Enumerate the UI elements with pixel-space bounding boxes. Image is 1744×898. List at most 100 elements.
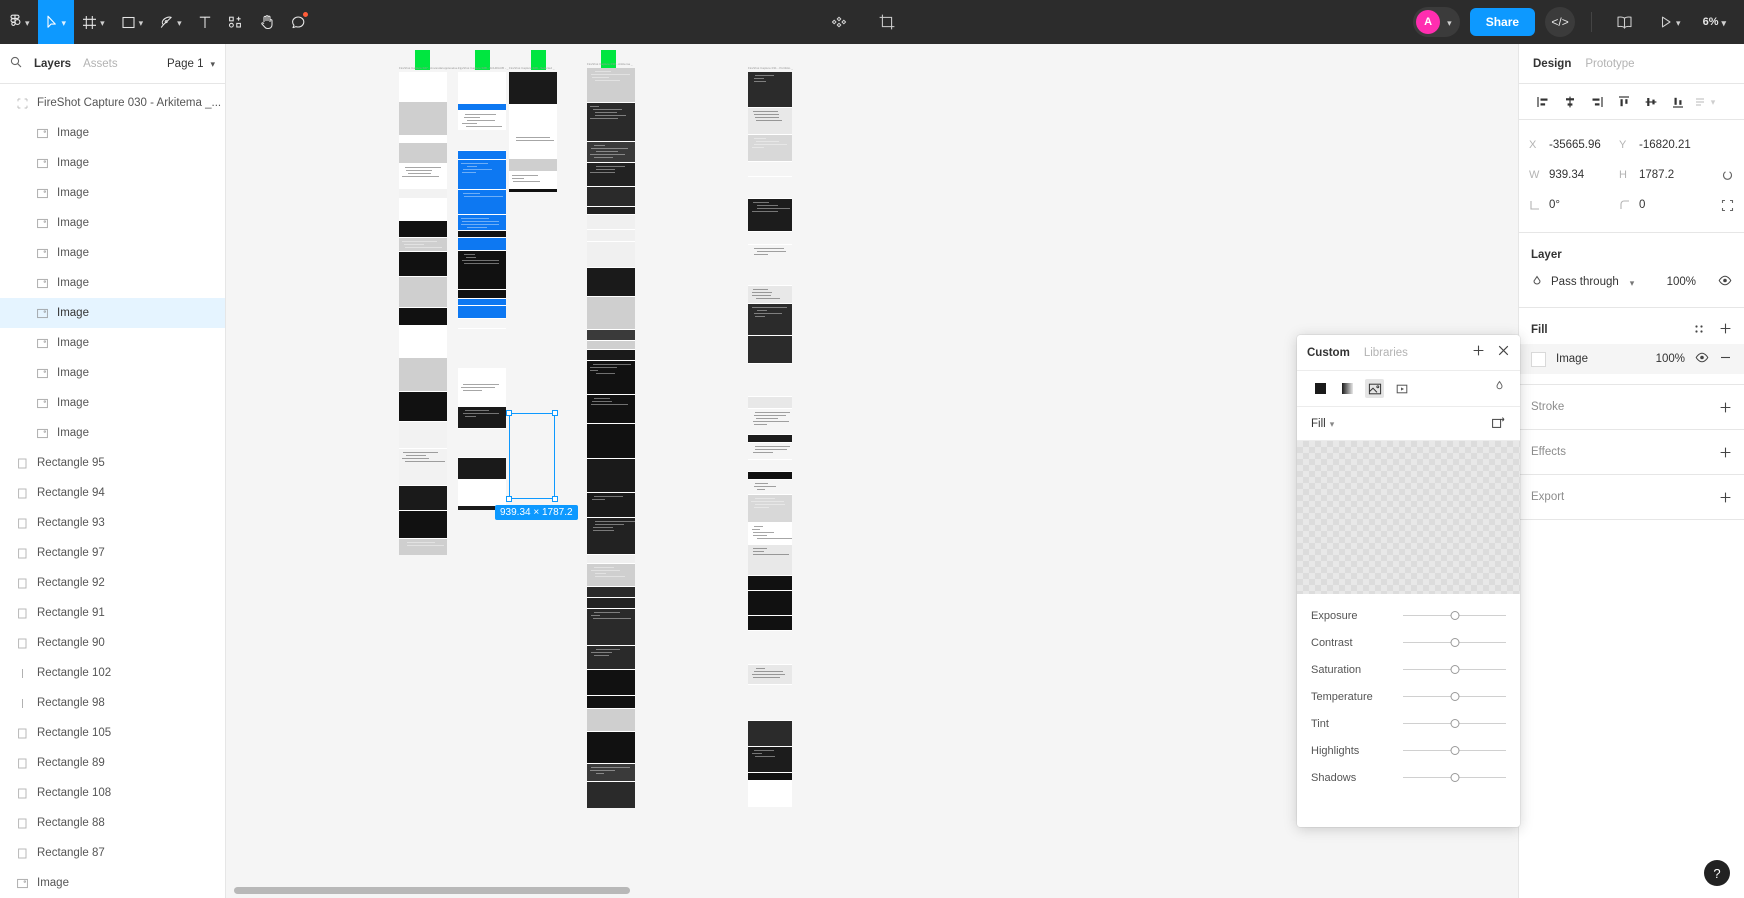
resize-handle-ne[interactable] bbox=[552, 410, 558, 416]
tab-design[interactable]: Design bbox=[1533, 58, 1571, 70]
actions-tool-button[interactable] bbox=[220, 0, 252, 44]
crop-tool-button[interactable] bbox=[870, 0, 904, 44]
layer-row[interactable]: Image bbox=[0, 178, 225, 208]
rotate-image-icon[interactable] bbox=[1491, 415, 1506, 432]
layer-row[interactable]: Image bbox=[0, 388, 225, 418]
slider-knob[interactable] bbox=[1450, 746, 1459, 755]
layer-row[interactable]: Rectangle 97 bbox=[0, 538, 225, 568]
adjustment-slider[interactable] bbox=[1403, 718, 1506, 730]
layers-list[interactable]: FireShot Capture 030 - Arkitema _... Imag… bbox=[0, 84, 225, 898]
popup-tab-libraries[interactable]: Libraries bbox=[1364, 347, 1408, 359]
canvas-horizontal-scrollbar[interactable] bbox=[234, 887, 630, 894]
layer-row[interactable]: Rectangle 98 bbox=[0, 688, 225, 718]
layer-row[interactable]: Rectangle 92 bbox=[0, 568, 225, 598]
canvas-board[interactable] bbox=[399, 72, 447, 555]
slider-knob[interactable] bbox=[1450, 719, 1459, 728]
align-right-icon[interactable] bbox=[1583, 88, 1610, 115]
align-left-icon[interactable] bbox=[1529, 88, 1556, 115]
selection-bounding-box[interactable] bbox=[506, 410, 558, 502]
layer-opacity-value[interactable]: 100% bbox=[1667, 276, 1696, 288]
tab-assets[interactable]: Assets bbox=[83, 58, 118, 70]
align-horizontal-center-icon[interactable] bbox=[1556, 88, 1583, 115]
page-selector[interactable]: Page 1 ▾ bbox=[167, 58, 215, 70]
layer-row[interactable]: Image bbox=[0, 208, 225, 238]
slider-knob[interactable] bbox=[1450, 611, 1459, 620]
canvas-board[interactable] bbox=[458, 72, 506, 510]
independent-corners-icon[interactable] bbox=[1721, 199, 1734, 212]
help-button[interactable]: ? bbox=[1704, 860, 1730, 886]
adjustment-slider[interactable] bbox=[1403, 610, 1506, 622]
comment-tool-button[interactable] bbox=[283, 0, 314, 44]
width-field[interactable]: W 939.34 bbox=[1529, 169, 1619, 181]
tab-layers[interactable]: Layers bbox=[34, 58, 71, 70]
image-fill-preview[interactable] bbox=[1297, 441, 1520, 594]
blend-mode-row[interactable]: Pass through ▾ 100% bbox=[1531, 267, 1732, 297]
dev-mode-toggle[interactable]: </> bbox=[1545, 7, 1576, 37]
popup-tab-custom[interactable]: Custom bbox=[1307, 347, 1350, 359]
shape-tool-button[interactable]: ▾ bbox=[113, 0, 152, 44]
resize-handle-sw[interactable] bbox=[506, 496, 512, 502]
move-tool-button[interactable]: ▾ bbox=[37, 0, 75, 44]
proportion-lock-icon[interactable] bbox=[1721, 169, 1734, 182]
scale-mode-label[interactable]: Fill bbox=[1311, 418, 1326, 430]
align-more-icon[interactable]: ▾ bbox=[1691, 88, 1718, 115]
add-fill-icon[interactable] bbox=[1719, 322, 1732, 338]
slider-knob[interactable] bbox=[1450, 692, 1459, 701]
image-paint-icon[interactable] bbox=[1365, 379, 1384, 398]
layer-row[interactable]: Image bbox=[0, 868, 225, 898]
components-center-button[interactable] bbox=[822, 0, 856, 44]
resize-handle-nw[interactable] bbox=[506, 410, 512, 416]
adjustment-slider[interactable] bbox=[1403, 637, 1506, 649]
layer-row[interactable]: Rectangle 91 bbox=[0, 598, 225, 628]
hand-tool-button[interactable] bbox=[252, 0, 283, 44]
layer-visibility-icon[interactable] bbox=[1718, 275, 1732, 289]
canvas-board[interactable] bbox=[509, 72, 557, 192]
adjustment-slider[interactable] bbox=[1403, 772, 1506, 784]
fill-swatch[interactable] bbox=[1531, 351, 1546, 367]
rotation-field[interactable]: 0° bbox=[1529, 199, 1619, 211]
adjustment-slider[interactable] bbox=[1403, 745, 1506, 757]
align-vertical-center-icon[interactable] bbox=[1637, 88, 1664, 115]
present-button[interactable]: ▾ bbox=[1651, 0, 1689, 44]
layer-row[interactable]: FireShot Capture 030 - Arkitema _... bbox=[0, 88, 225, 118]
layer-row[interactable]: Image bbox=[0, 238, 225, 268]
layer-row[interactable]: Rectangle 95 bbox=[0, 448, 225, 478]
fill-visibility-icon[interactable] bbox=[1695, 352, 1709, 366]
search-icon[interactable] bbox=[10, 55, 22, 73]
layer-row[interactable]: Image bbox=[0, 328, 225, 358]
y-field[interactable]: Y -16820.21 bbox=[1619, 139, 1709, 151]
tab-prototype[interactable]: Prototype bbox=[1585, 58, 1634, 70]
layer-row[interactable]: Rectangle 90 bbox=[0, 628, 225, 658]
close-icon[interactable] bbox=[1497, 344, 1510, 362]
zoom-control[interactable]: 6% ▾ bbox=[1699, 16, 1730, 28]
slider-knob[interactable] bbox=[1450, 773, 1459, 782]
canvas-board[interactable] bbox=[748, 72, 792, 807]
corner-radius-field[interactable]: 0 bbox=[1619, 199, 1709, 211]
height-field[interactable]: H 1787.2 bbox=[1619, 169, 1709, 181]
fill-styles-icon[interactable] bbox=[1693, 323, 1705, 338]
add-stroke-icon[interactable] bbox=[1719, 401, 1732, 414]
add-export-icon[interactable] bbox=[1719, 491, 1732, 504]
text-tool-button[interactable] bbox=[190, 0, 220, 44]
layer-row[interactable]: Rectangle 87 bbox=[0, 838, 225, 868]
x-field[interactable]: X -35665.96 bbox=[1529, 139, 1619, 151]
layer-row[interactable]: Rectangle 88 bbox=[0, 808, 225, 838]
layer-row[interactable]: Image bbox=[0, 418, 225, 448]
layer-row[interactable]: Rectangle 108 bbox=[0, 778, 225, 808]
video-paint-icon[interactable] bbox=[1392, 379, 1411, 398]
pen-tool-button[interactable]: ▾ bbox=[151, 0, 190, 44]
slider-knob[interactable] bbox=[1450, 638, 1459, 647]
layer-row[interactable]: Image bbox=[0, 118, 225, 148]
layer-row[interactable]: Rectangle 105 bbox=[0, 718, 225, 748]
frame-tool-button[interactable]: ▾ bbox=[74, 0, 113, 44]
fill-opacity-value[interactable]: 100% bbox=[1656, 353, 1685, 365]
add-effect-icon[interactable] bbox=[1719, 446, 1732, 459]
layer-row[interactable]: Rectangle 93 bbox=[0, 508, 225, 538]
figma-logo-icon-button[interactable]: ▾ bbox=[0, 0, 38, 44]
share-button[interactable]: Share bbox=[1469, 8, 1536, 36]
resize-handle-se[interactable] bbox=[552, 496, 558, 502]
add-style-icon[interactable] bbox=[1472, 344, 1485, 362]
align-top-icon[interactable] bbox=[1610, 88, 1637, 115]
eyedropper-icon[interactable] bbox=[1493, 380, 1506, 398]
layer-row[interactable]: Rectangle 89 bbox=[0, 748, 225, 778]
